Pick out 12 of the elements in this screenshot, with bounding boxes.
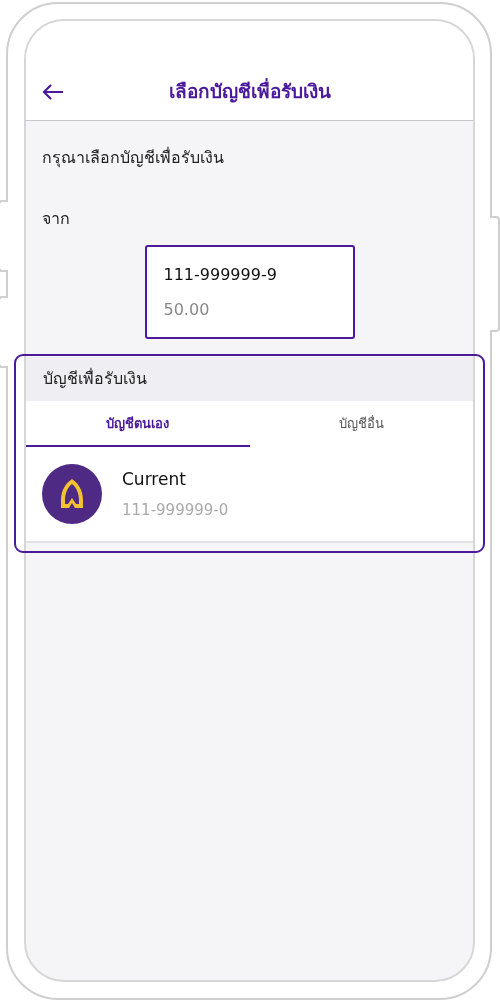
account-name: Current [122, 469, 187, 489]
bank-logo-icon [42, 464, 102, 524]
instruction-text: กรุณาเลือกบัญชีเพื่อรับเงิน [41, 146, 225, 170]
account-number: 111-999999-0 [122, 501, 229, 519]
back-arrow-icon[interactable] [42, 84, 64, 100]
tab[interactable]: บัญชีอื่น [249, 401, 473, 447]
section-title: บัญชีเพื่อรับเงิน [26, 357, 473, 401]
from-label: จาก [41, 208, 71, 230]
account-number: 111-999999-9 [162, 265, 278, 284]
screen-title: เลือกบัญชีเพื่อรับเงิน [168, 77, 331, 105]
account-row[interactable]: Current 111-999999-0 [26, 447, 473, 543]
account-amount: 50.00 [162, 300, 211, 319]
